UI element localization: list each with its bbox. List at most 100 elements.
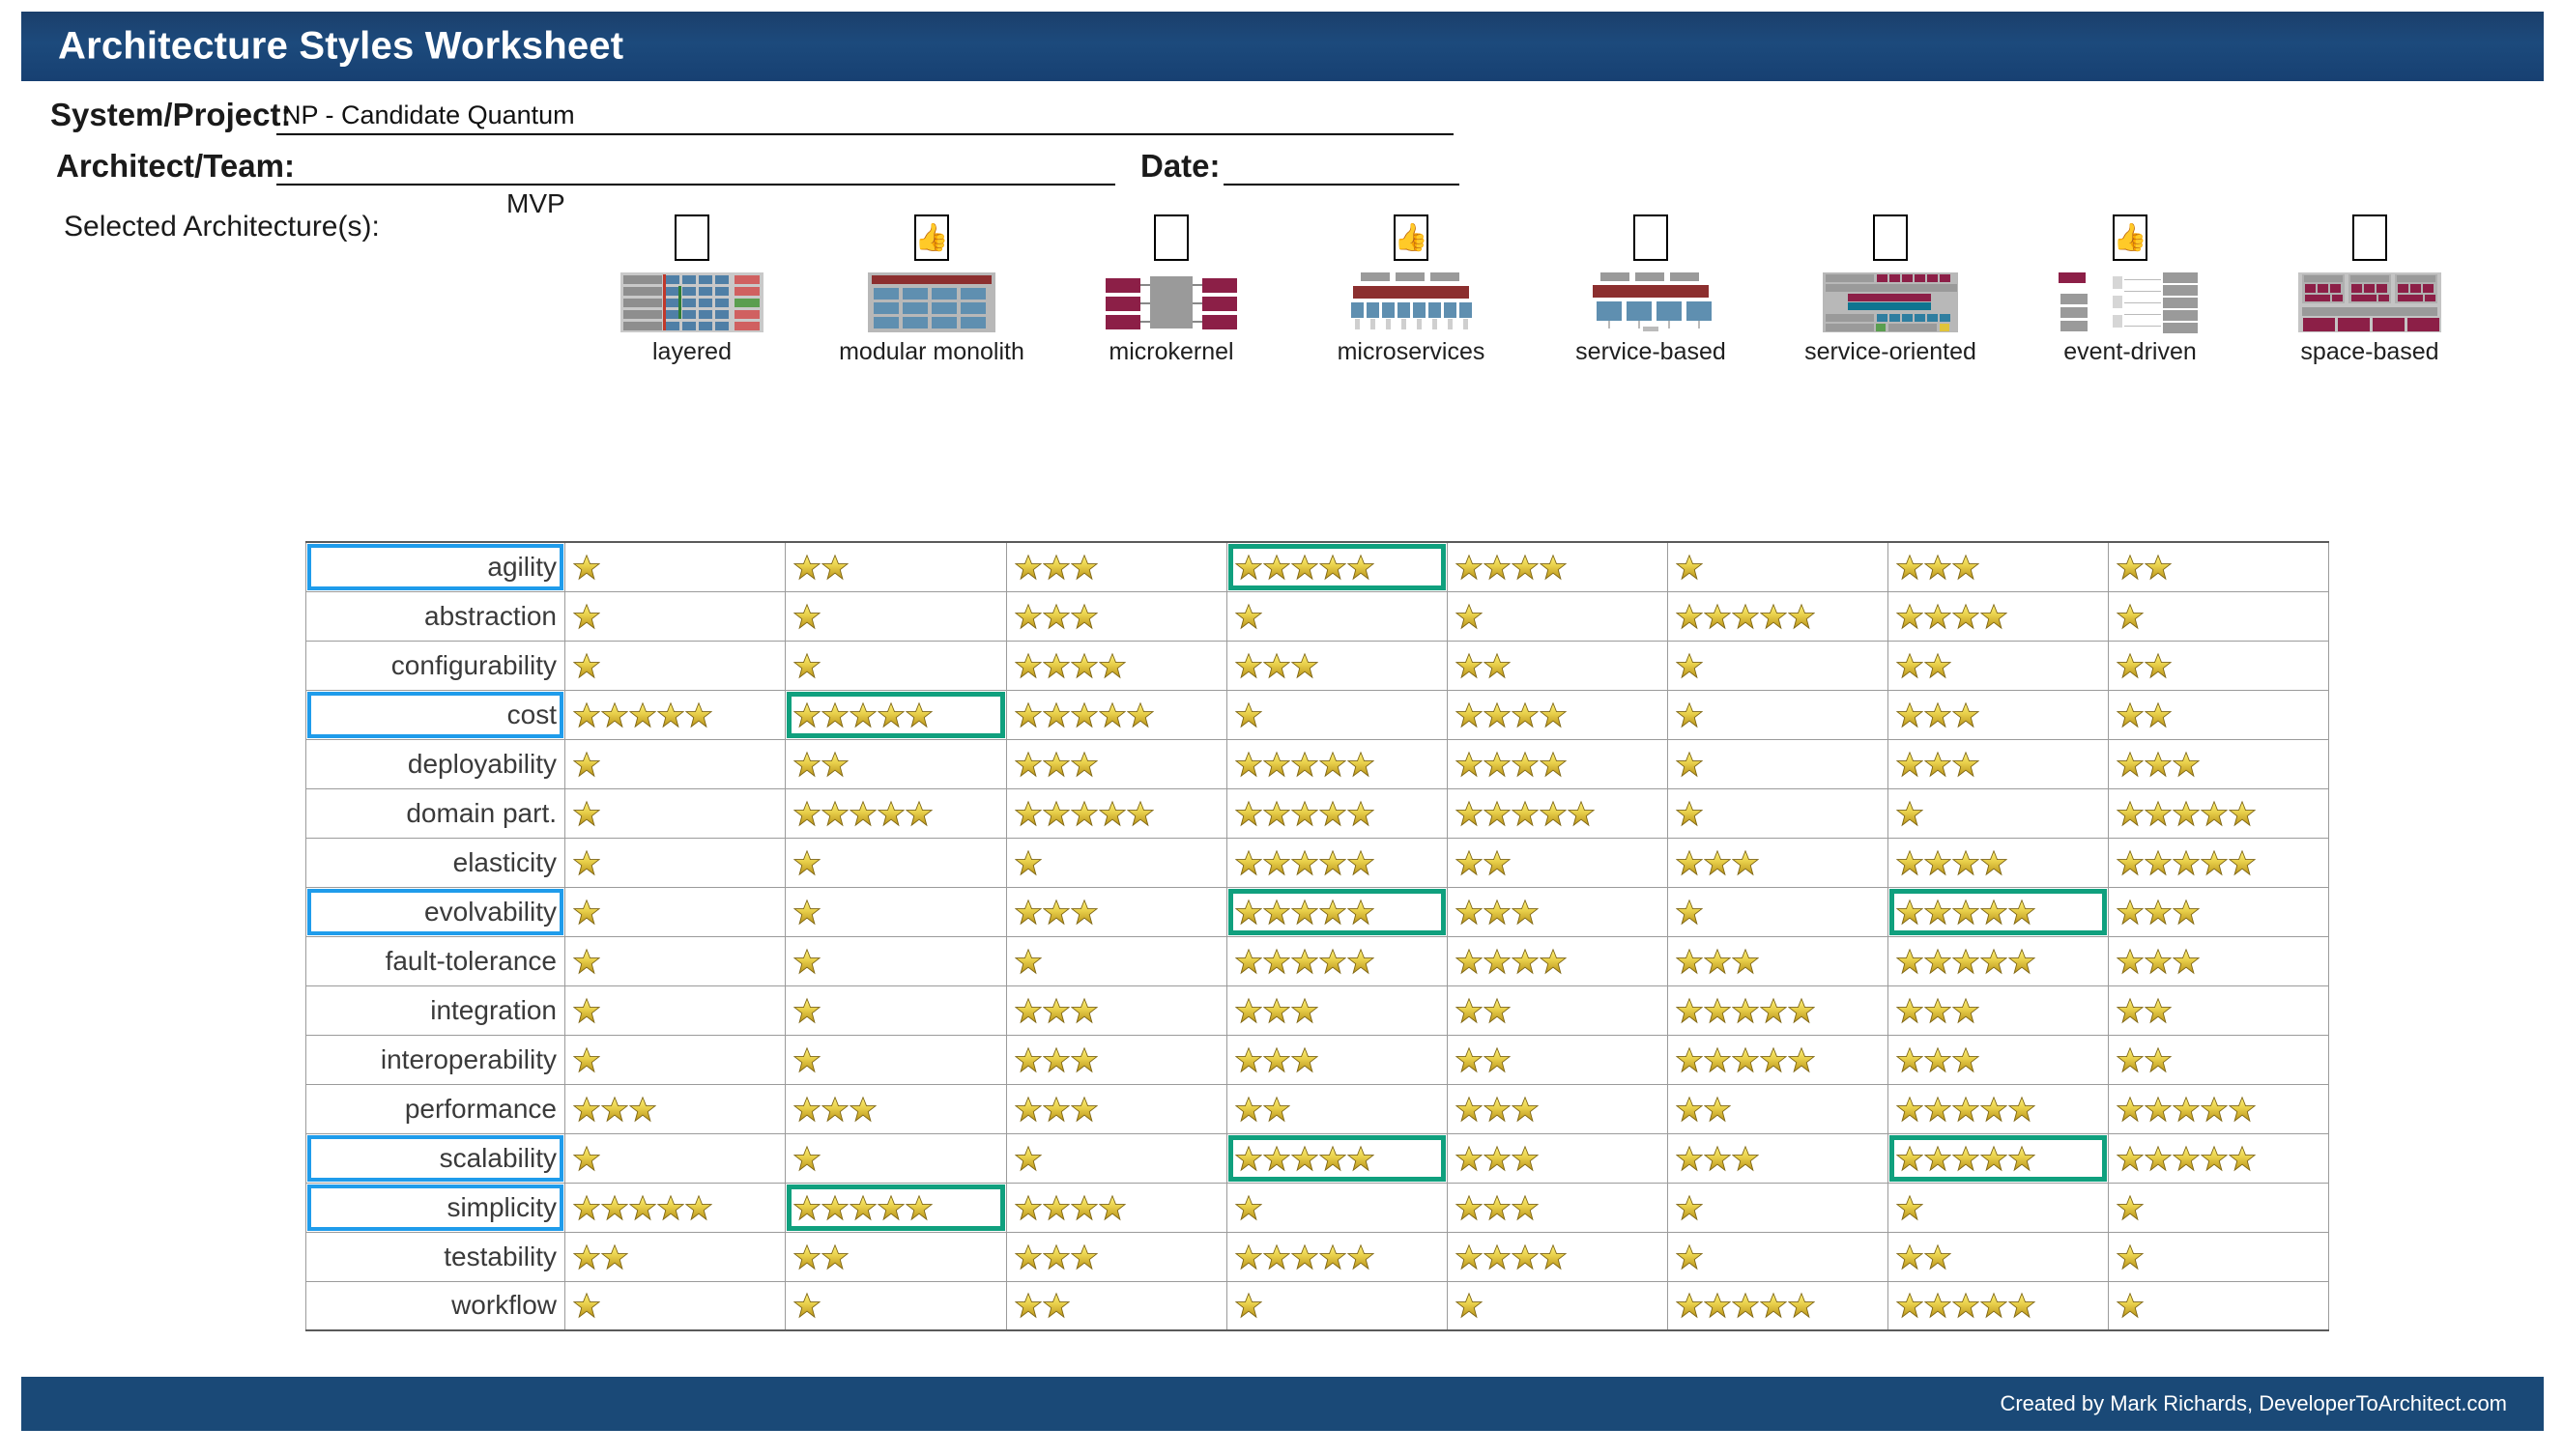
rating-cell[interactable]	[1006, 1231, 1227, 1282]
rating-cell[interactable]	[785, 541, 1007, 592]
rating-cell[interactable]	[564, 1034, 786, 1085]
rating-cell[interactable]	[2108, 985, 2329, 1036]
characteristic-label-agility[interactable]: agility	[305, 541, 565, 592]
rating-cell[interactable]	[1226, 985, 1448, 1036]
rating-cell[interactable]	[785, 1231, 1007, 1282]
rating-cell[interactable]	[1667, 1231, 1888, 1282]
thumbs-up-icon[interactable]: 👍	[914, 214, 949, 261]
rating-cell[interactable]	[1887, 541, 2109, 592]
rating-cell[interactable]	[1667, 985, 1888, 1036]
rating-cell[interactable]	[1447, 1231, 1668, 1282]
characteristic-label-configurability[interactable]: configurability	[305, 640, 565, 691]
rating-cell[interactable]	[1667, 1034, 1888, 1085]
rating-cell[interactable]	[785, 1280, 1007, 1331]
rating-cell[interactable]	[1006, 590, 1227, 642]
rating-cell[interactable]	[785, 787, 1007, 839]
rating-cell[interactable]	[1887, 886, 2109, 937]
architecture-option-layered[interactable]: layered	[572, 214, 812, 366]
rating-cell[interactable]	[1447, 541, 1668, 592]
rating-cell[interactable]	[2108, 1280, 2329, 1331]
rating-cell[interactable]	[1667, 1280, 1888, 1331]
rating-cell[interactable]	[1226, 590, 1448, 642]
rating-cell[interactable]	[564, 1132, 786, 1184]
rating-cell[interactable]	[1667, 787, 1888, 839]
rating-cell[interactable]	[1667, 689, 1888, 740]
rating-cell[interactable]	[785, 886, 1007, 937]
checkbox-space-based[interactable]	[2352, 214, 2387, 261]
rating-cell[interactable]	[785, 985, 1007, 1036]
characteristic-label-interoperability[interactable]: interoperability	[305, 1034, 565, 1085]
thumbs-up-icon[interactable]: 👍	[2113, 214, 2147, 261]
characteristic-label-testability[interactable]: testability	[305, 1231, 565, 1282]
rating-cell[interactable]	[564, 1280, 786, 1331]
architecture-option-microkernel[interactable]: microkernel	[1052, 214, 1291, 366]
rating-cell[interactable]	[1006, 1182, 1227, 1233]
architecture-option-service-oriented[interactable]: service-oriented	[1771, 214, 2010, 366]
rating-cell[interactable]	[1447, 837, 1668, 888]
rating-cell[interactable]	[785, 837, 1007, 888]
rating-cell[interactable]	[1006, 541, 1227, 592]
rating-cell[interactable]	[1226, 541, 1448, 592]
rating-cell[interactable]	[1226, 689, 1448, 740]
rating-cell[interactable]	[785, 590, 1007, 642]
checkbox-microkernel[interactable]	[1154, 214, 1189, 261]
rating-cell[interactable]	[1447, 738, 1668, 789]
rating-cell[interactable]	[1667, 886, 1888, 937]
rating-cell[interactable]	[785, 640, 1007, 691]
rating-cell[interactable]	[564, 689, 786, 740]
rating-cell[interactable]	[1226, 886, 1448, 937]
rating-cell[interactable]	[1447, 1280, 1668, 1331]
rating-cell[interactable]	[1887, 1280, 2109, 1331]
rating-cell[interactable]	[1667, 738, 1888, 789]
rating-cell[interactable]	[564, 1231, 786, 1282]
rating-cell[interactable]	[1887, 985, 2109, 1036]
characteristic-label-simplicity[interactable]: simplicity	[305, 1182, 565, 1233]
characteristic-label-fault-tolerance[interactable]: fault-tolerance	[305, 935, 565, 986]
rating-cell[interactable]	[1006, 1132, 1227, 1184]
rating-cell[interactable]	[2108, 787, 2329, 839]
rating-cell[interactable]	[1226, 1132, 1448, 1184]
rating-cell[interactable]	[1887, 1231, 2109, 1282]
rating-cell[interactable]	[1447, 886, 1668, 937]
rating-cell[interactable]	[564, 1182, 786, 1233]
rating-cell[interactable]	[1006, 886, 1227, 937]
rating-cell[interactable]	[564, 738, 786, 789]
rating-cell[interactable]	[1667, 1132, 1888, 1184]
rating-cell[interactable]	[1226, 1034, 1448, 1085]
thumbs-up-icon[interactable]: 👍	[1394, 214, 1428, 261]
rating-cell[interactable]	[1447, 590, 1668, 642]
rating-cell[interactable]	[1226, 738, 1448, 789]
rating-cell[interactable]	[564, 837, 786, 888]
rating-cell[interactable]	[1887, 1034, 2109, 1085]
characteristic-label-performance[interactable]: performance	[305, 1083, 565, 1134]
rating-cell[interactable]	[2108, 738, 2329, 789]
rating-cell[interactable]	[1887, 590, 2109, 642]
characteristic-label-domain-part[interactable]: domain part.	[305, 787, 565, 839]
date-underline[interactable]	[1224, 184, 1459, 186]
rating-cell[interactable]	[564, 886, 786, 937]
rating-cell[interactable]	[2108, 935, 2329, 986]
rating-cell[interactable]	[2108, 837, 2329, 888]
rating-cell[interactable]	[1006, 738, 1227, 789]
rating-cell[interactable]	[1226, 640, 1448, 691]
system-project-underline[interactable]	[276, 133, 1454, 135]
rating-cell[interactable]	[1447, 787, 1668, 839]
rating-cell[interactable]	[1667, 640, 1888, 691]
checkbox-service-based[interactable]	[1633, 214, 1668, 261]
rating-cell[interactable]	[1226, 1280, 1448, 1331]
checkbox-service-oriented[interactable]	[1873, 214, 1908, 261]
architecture-option-event-driven[interactable]: 👍 event-driven	[2010, 214, 2250, 366]
rating-cell[interactable]	[785, 1034, 1007, 1085]
rating-cell[interactable]	[1226, 1231, 1448, 1282]
characteristic-label-cost[interactable]: cost	[305, 689, 565, 740]
rating-cell[interactable]	[1447, 1182, 1668, 1233]
rating-cell[interactable]	[564, 935, 786, 986]
rating-cell[interactable]	[785, 1182, 1007, 1233]
rating-cell[interactable]	[2108, 590, 2329, 642]
rating-cell[interactable]	[1887, 935, 2109, 986]
rating-cell[interactable]	[2108, 541, 2329, 592]
rating-cell[interactable]	[2108, 1132, 2329, 1184]
rating-cell[interactable]	[785, 689, 1007, 740]
rating-cell[interactable]	[1667, 590, 1888, 642]
rating-cell[interactable]	[564, 640, 786, 691]
